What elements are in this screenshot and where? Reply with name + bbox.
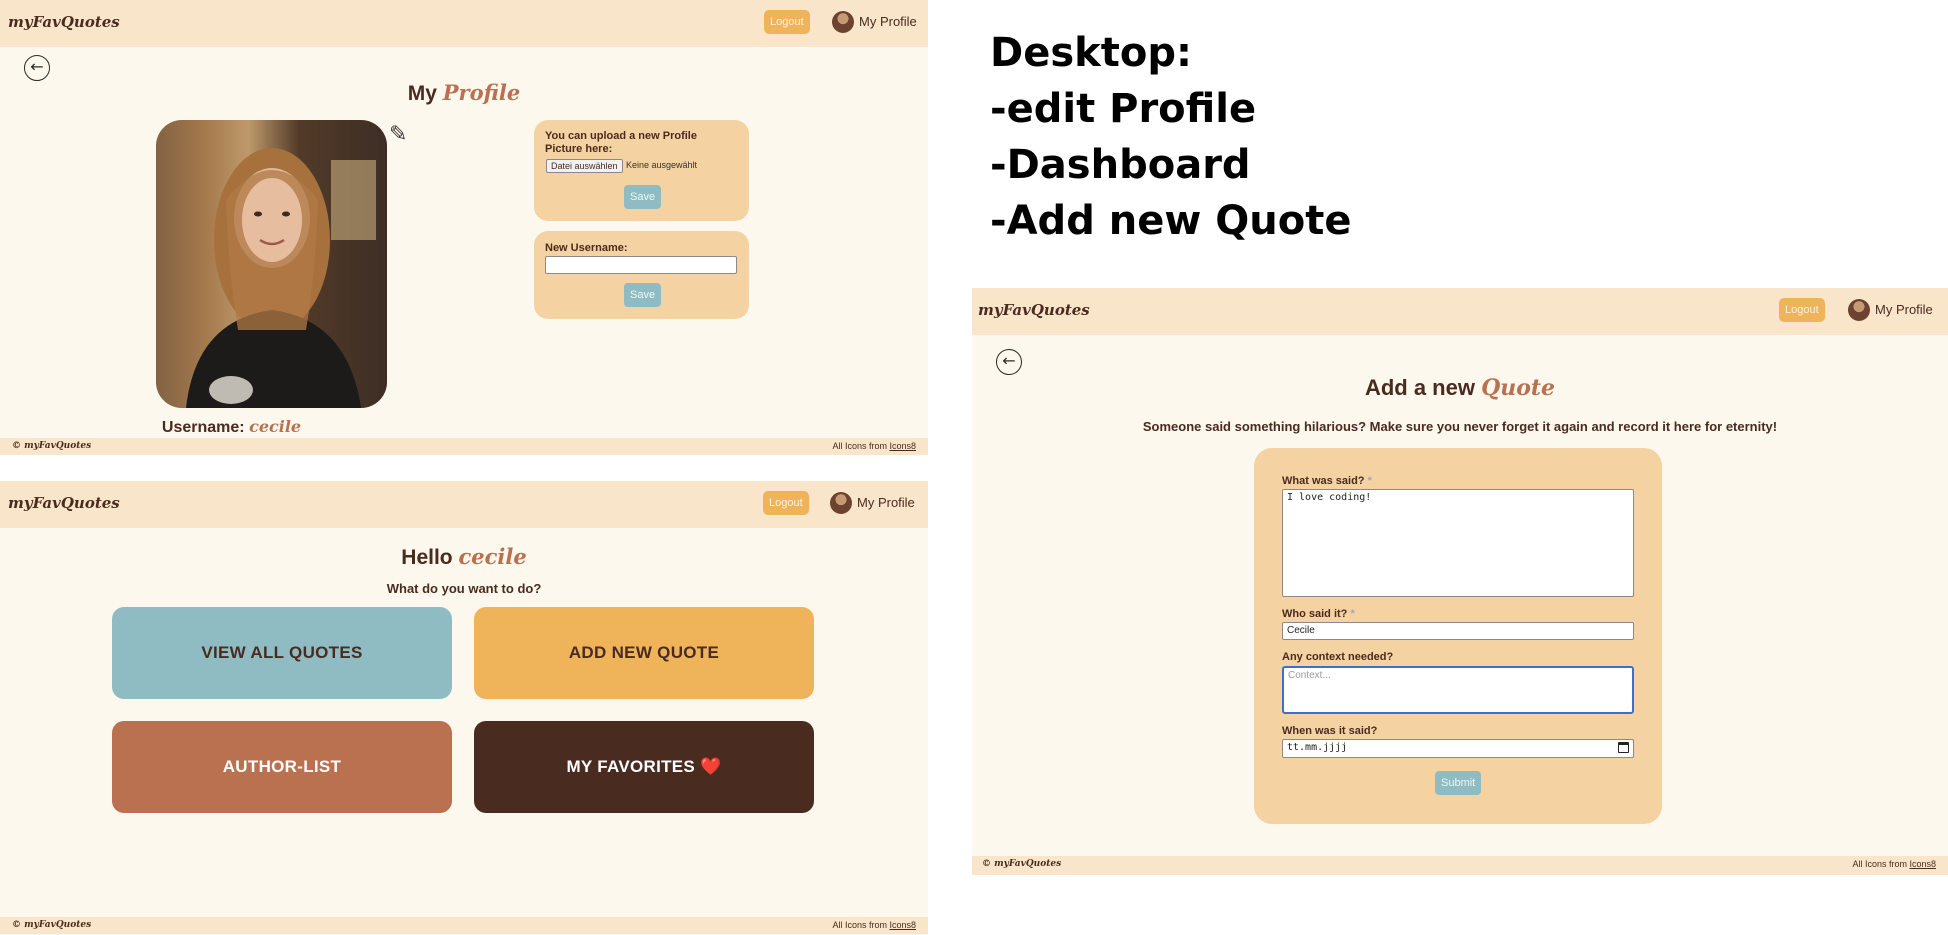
greeting-title: Hello cecile (0, 544, 928, 570)
title-accent: Quote (1481, 375, 1556, 401)
page-title: My Profile (0, 80, 928, 106)
footer: © myFavQuotes All Icons from Icons8 (972, 856, 1948, 875)
page-title: Add a new Quote (972, 375, 1948, 401)
footer-copyright: © myFavQuotes (12, 441, 92, 451)
date-value: tt.mm.jjjj (1287, 742, 1348, 753)
logo[interactable]: myFavQuotes (8, 494, 120, 512)
dashboard-question: What do you want to do? (386, 581, 542, 596)
what-label: What was said? * (1282, 475, 1372, 487)
profile-picture (156, 120, 387, 408)
add-quote-screen: myFavQuotes Logout My Profile ← Add a ne… (972, 288, 1948, 875)
view-all-quotes-tile[interactable]: VIEW ALL QUOTES (112, 607, 452, 699)
icons8-link[interactable]: Icons8 (889, 441, 916, 451)
username-value: cecile (249, 417, 302, 436)
my-favorites-tile[interactable]: MY FAVORITES ❤️ (474, 721, 814, 813)
username-card: New Username: Save (534, 231, 749, 319)
submit-button[interactable]: Submit (1435, 771, 1482, 795)
file-choose-button[interactable]: Datei auswählen (546, 159, 623, 173)
context-textarea[interactable]: Context... (1282, 666, 1634, 714)
logo[interactable]: myFavQuotes (8, 13, 120, 31)
title-accent: Profile (442, 80, 521, 105)
footer-credits: All Icons from Icons8 (832, 441, 916, 451)
tile-label: VIEW ALL QUOTES (201, 643, 363, 662)
when-label: When was it said? (1282, 725, 1378, 737)
logout-button[interactable]: Logout (1779, 298, 1825, 322)
date-input[interactable]: tt.mm.jjjj (1282, 739, 1634, 758)
quote-form-card: What was said? * I love coding! Who said… (1254, 448, 1662, 824)
avatar[interactable] (1848, 299, 1870, 321)
footer-credits: All Icons from Icons8 (1852, 859, 1936, 869)
navbar: myFavQuotes Logout My Profile (972, 288, 1948, 335)
upload-text: You can upload a new Profile Picture her… (545, 130, 697, 155)
context-label: Any context needed? (1282, 651, 1394, 663)
back-arrow-icon[interactable]: ← (24, 55, 50, 81)
avatar[interactable] (830, 492, 852, 514)
edit-pencil-icon[interactable]: ✎ (389, 122, 407, 147)
credits-text: All Icons from (832, 441, 890, 451)
who-input[interactable]: Cecile (1282, 622, 1634, 640)
tile-label: AUTHOR-LIST (222, 757, 342, 776)
dashboard-screen: myFavQuotes Logout My Profile Hello ceci… (0, 481, 928, 935)
annotation-line-1: Desktop: (990, 30, 1192, 76)
profile-screen: myFavQuotes Logout My Profile ← My Profi… (0, 0, 928, 455)
logout-button[interactable]: Logout (763, 491, 809, 515)
title-text: My (407, 82, 443, 105)
logo[interactable]: myFavQuotes (978, 301, 1090, 319)
title-text: Add a new (1364, 375, 1482, 400)
portrait-image (156, 120, 387, 408)
who-label: Who said it? * (1282, 608, 1355, 620)
new-username-input[interactable] (545, 256, 737, 274)
save-picture-button[interactable]: Save (624, 185, 662, 209)
my-profile-link[interactable]: My Profile (859, 14, 917, 29)
avatar[interactable] (832, 11, 854, 33)
back-arrow-icon[interactable]: ← (996, 349, 1022, 375)
footer: © myFavQuotes All Icons from Icons8 (0, 917, 928, 934)
annotation-line-3: -Dashboard (990, 142, 1251, 188)
footer-credits: All Icons from Icons8 (832, 920, 916, 930)
upload-picture-card: You can upload a new Profile Picture her… (534, 120, 749, 221)
save-username-button[interactable]: Save (624, 283, 662, 307)
annotation-line-2: -edit Profile (990, 86, 1257, 132)
icons8-link[interactable]: Icons8 (1909, 859, 1936, 869)
credits-text: All Icons from (1852, 859, 1910, 869)
navbar: myFavQuotes Logout My Profile (0, 0, 928, 47)
username-display: Username: cecile (0, 417, 928, 437)
footer-copyright: © myFavQuotes (12, 920, 92, 930)
footer-copyright: © myFavQuotes (982, 859, 1062, 869)
file-none-label: Keine ausgewählt (626, 160, 698, 170)
greeting-text: Hello (401, 546, 459, 569)
my-profile-link[interactable]: My Profile (1875, 302, 1933, 317)
credits-text: All Icons from (832, 920, 890, 930)
icons8-link[interactable]: Icons8 (889, 920, 916, 930)
tile-label: MY FAVORITES ❤️ (566, 757, 722, 776)
my-profile-link[interactable]: My Profile (857, 495, 915, 510)
tile-label: ADD NEW QUOTE (568, 643, 720, 662)
page-subtitle: Someone said something hilarious? Make s… (1142, 419, 1778, 434)
navbar: myFavQuotes Logout My Profile (0, 481, 928, 528)
footer: © myFavQuotes All Icons from Icons8 (0, 438, 928, 455)
author-list-tile[interactable]: AUTHOR-LIST (112, 721, 452, 813)
username-label: Username: (161, 419, 250, 436)
calendar-icon[interactable] (1618, 742, 1629, 753)
logout-button[interactable]: Logout (764, 10, 810, 34)
add-new-quote-tile[interactable]: ADD NEW QUOTE (474, 607, 814, 699)
new-username-label: New Username: (545, 242, 628, 254)
greeting-user: cecile (458, 544, 527, 569)
what-textarea[interactable]: I love coding! (1282, 489, 1634, 597)
annotation-line-4: -Add new Quote (990, 198, 1352, 244)
